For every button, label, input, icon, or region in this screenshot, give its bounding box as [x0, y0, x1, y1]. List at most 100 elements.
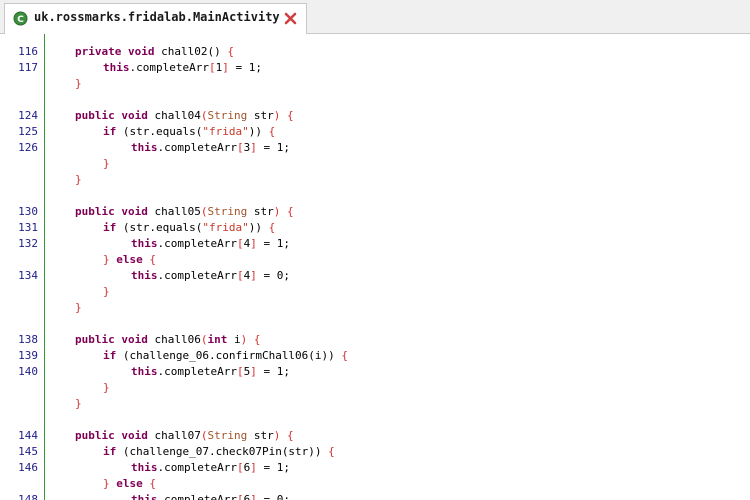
code-line: 148 this.completeArr[6] = 0; [0, 492, 750, 500]
code-text: } else { [103, 252, 156, 268]
code-text: private void chall02() { [75, 44, 234, 60]
code-text: if (challenge_06.confirmChall06(i)) { [103, 348, 348, 364]
tab-title: uk.rossmarks.fridalab.MainActivity [34, 10, 280, 24]
code-text: } [75, 172, 82, 188]
code-token: public [75, 205, 115, 218]
code-token: } [103, 381, 110, 394]
code-token: } [75, 77, 82, 90]
close-icon[interactable] [283, 11, 298, 26]
code-text: } [75, 396, 82, 412]
code-token: ] [250, 237, 257, 250]
line-number: 117 [18, 61, 38, 74]
code-line: 139 if (challenge_06.confirmChall06(i)) { [0, 348, 750, 364]
code-text: this.completeArr[6] = 0; [131, 492, 290, 500]
code-token: if [103, 125, 117, 138]
code-token: public [75, 429, 115, 442]
code-token: void [121, 429, 148, 442]
line-number: 126 [18, 141, 38, 154]
code-text: public void chall05(String str) { [75, 204, 294, 220]
editor-tab-bar: C uk.rossmarks.fridalab.MainActivity [0, 0, 750, 34]
code-line: } [0, 284, 750, 300]
code-token: else [116, 477, 143, 490]
line-number: 130 [18, 205, 38, 218]
code-token: .completeArr [157, 237, 237, 250]
code-text: } [103, 380, 110, 396]
code-line: } [0, 380, 750, 396]
code-token: this [131, 141, 158, 154]
code-token: ] [250, 493, 257, 500]
line-number: 145 [18, 445, 38, 458]
line-number: 146 [18, 461, 38, 474]
code-line: 134 this.completeArr[4] = 0; [0, 268, 750, 284]
code-token: i [227, 333, 241, 346]
editor-tab-main-activity[interactable]: C uk.rossmarks.fridalab.MainActivity [4, 3, 307, 34]
code-token: void [121, 333, 148, 346]
code-token: [ [236, 461, 244, 474]
code-token: = 1; [228, 61, 262, 74]
code-text: if (challenge_07.check07Pin(str)) { [103, 444, 335, 460]
code-token: int [207, 333, 228, 346]
code-token: } [75, 301, 82, 314]
code-editor[interactable]: 116 private void chall02() {117 this.compl… [0, 34, 750, 500]
code-token: [ [208, 61, 216, 74]
code-token: (str.equals( [116, 125, 203, 138]
code-lines: 116 private void chall02() {117 this.compl… [0, 44, 750, 500]
line-number: 140 [18, 365, 38, 378]
code-text: } [75, 300, 82, 316]
code-line: } [0, 396, 750, 412]
code-token: { [149, 477, 156, 490]
code-line: } else { [0, 476, 750, 492]
code-line: 116 private void chall02() { [0, 44, 750, 60]
code-token: } [75, 173, 82, 186]
code-token: chall07 [147, 429, 201, 442]
code-token: .completeArr [157, 365, 237, 378]
code-token: = 1; [256, 461, 290, 474]
code-token: void [127, 45, 155, 58]
code-line: 144 public void chall07(String str) { [0, 428, 750, 444]
code-text: } [103, 156, 110, 172]
code-token: [ [236, 237, 244, 250]
code-token: (challenge_06.confirmChall06(i)) [116, 349, 342, 362]
code-text: this.completeArr[3] = 1; [131, 140, 290, 156]
code-line: 117 this.completeArr[1] = 1; [0, 60, 750, 76]
code-token: = 1; [256, 365, 290, 378]
code-token: this [131, 365, 158, 378]
code-token: )) [248, 125, 269, 138]
code-token: str [247, 109, 274, 122]
code-line: 126 this.completeArr[3] = 1; [0, 140, 750, 156]
code-token: (str.equals( [116, 221, 203, 234]
editor-window: C uk.rossmarks.fridalab.MainActivity 116… [0, 0, 750, 500]
code-text: this.completeArr[6] = 1; [131, 460, 290, 476]
code-line: } else { [0, 252, 750, 268]
code-token: [ [236, 269, 244, 282]
code-line: 124 public void chall04(String str) { [0, 108, 750, 124]
line-number: 125 [18, 125, 38, 138]
code-token: void [121, 109, 148, 122]
code-token: ] [250, 141, 257, 154]
code-token: chall06 [147, 333, 201, 346]
code-token: ] [250, 365, 257, 378]
code-text: } [75, 76, 82, 92]
code-token: this [131, 461, 158, 474]
code-line: 140 this.completeArr[5] = 1; [0, 364, 750, 380]
code-token: { [286, 109, 294, 122]
code-token: = 1; [256, 141, 290, 154]
code-token: public [75, 109, 115, 122]
code-line: 138 public void chall06(int i) { [0, 332, 750, 348]
code-token: if [103, 445, 117, 458]
line-number: 134 [18, 269, 38, 282]
line-number: 139 [18, 349, 38, 362]
code-text: public void chall06(int i) { [75, 332, 260, 348]
code-token: } [75, 397, 82, 410]
code-token: } [103, 157, 110, 170]
code-text: this.completeArr[4] = 1; [131, 236, 290, 252]
code-token: ] [250, 461, 257, 474]
code-token: chall02() [154, 45, 228, 58]
code-token: chall05 [147, 205, 201, 218]
